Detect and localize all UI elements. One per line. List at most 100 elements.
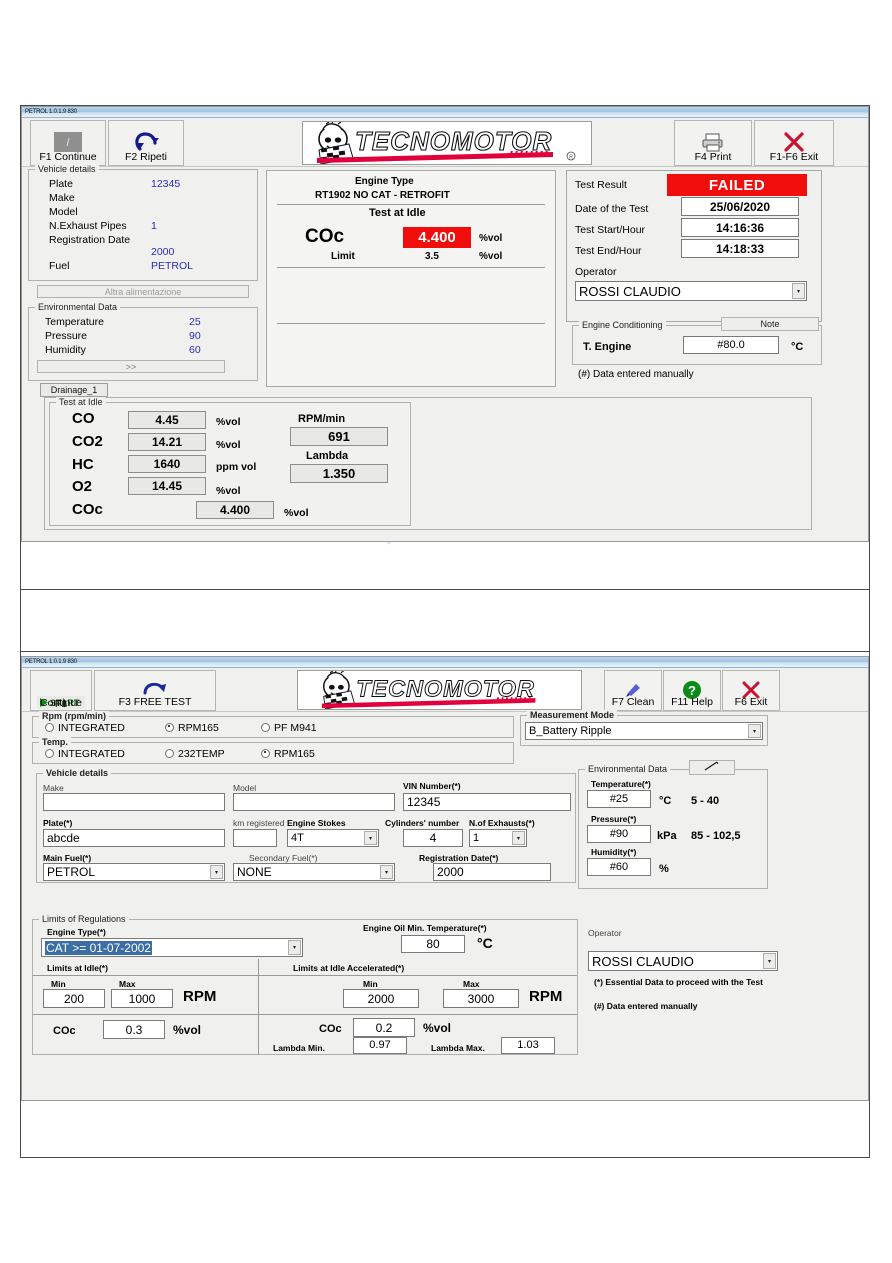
hc-value-1: 1640: [128, 455, 206, 473]
operator-combo-1[interactable]: ROSSI CLAUDIO ▾: [575, 281, 807, 301]
page-divider-2: [21, 651, 869, 652]
date-of-test-value-1: 25/06/2020: [681, 197, 799, 216]
test-start-value-1: 14:16:36: [681, 218, 799, 237]
humidity-label-2: Humidity(*): [591, 846, 636, 858]
rpm-value-1: 691: [290, 427, 388, 446]
make-input-2[interactable]: [43, 793, 225, 811]
engine-type-label-1: Engine Type: [355, 176, 414, 188]
model-label-1: Model: [49, 206, 78, 218]
exhausts-value-2: 1: [473, 832, 479, 844]
f1-f6-exit-label: F1-F6 Exit: [770, 152, 818, 163]
chevron-down-icon[interactable]: ▾: [288, 940, 301, 955]
temperature-input-2[interactable]: #25: [587, 790, 651, 808]
accel-coc-unit: %vol: [423, 1022, 451, 1034]
temperature-label-1: Temperature: [45, 316, 104, 328]
rpm-option-rpm165[interactable]: RPM165: [165, 722, 219, 734]
main-fuel-combo-2[interactable]: PETROL ▾: [43, 863, 225, 881]
chevron-down-icon[interactable]: ▾: [380, 865, 393, 879]
tecnomotor-logo-2: TECNOMOTOR: [297, 670, 582, 710]
note-button-1[interactable]: Note: [721, 317, 819, 331]
window-titlebar-2[interactable]: PETROL 1.0.1.9 830: [22, 657, 868, 668]
registration-date-label-1: Registration Date: [49, 234, 130, 246]
environmental-caption-2: Environmental Data: [585, 764, 670, 774]
chevron-down-icon[interactable]: ▾: [792, 283, 805, 299]
exhaust-pipes-value-1: 1: [151, 220, 157, 232]
coc-label-m1: COc: [72, 502, 103, 518]
radio-dot-icon: [261, 723, 270, 732]
idle-coc-label: COc: [53, 1025, 76, 1037]
f2-ripeti-button[interactable]: F2 Ripeti: [108, 120, 184, 166]
vehicle-details-group-2: Vehicle details Make Model VIN Number(*)…: [36, 773, 576, 883]
km-input-2[interactable]: [233, 829, 277, 847]
reg-date-input-2[interactable]: 2000: [433, 863, 551, 881]
window-title-2: PETROL 1.0.1.9 830: [25, 657, 77, 667]
oil-temp-input[interactable]: 80: [401, 935, 465, 953]
window-titlebar-1[interactable]: PETROL 1.0.1.9 830: [22, 107, 868, 118]
limits-engine-type-combo[interactable]: CAT >= 01-07-2002 ▾: [41, 938, 303, 957]
chevron-down-icon[interactable]: ▾: [763, 953, 776, 969]
measurements-panel-1: Test at Idle CO 4.45 %vol CO2 14.21 %vol…: [44, 397, 812, 530]
environmental-caption-1: Environmental Data: [35, 302, 120, 312]
cylinders-input-2[interactable]: 4: [403, 829, 463, 847]
limits-rule-2: [33, 1014, 577, 1015]
o2-unit-1: %vol: [216, 485, 241, 497]
drainage-tab-1[interactable]: Drainage_1: [40, 383, 108, 397]
coc-value-m1: 4.400: [196, 501, 274, 519]
chevron-down-icon[interactable]: ▾: [364, 831, 377, 845]
environmental-more-button-1[interactable]: >>: [37, 360, 225, 373]
chevron-down-icon[interactable]: ▾: [210, 865, 223, 879]
vin-input-2[interactable]: 12345: [403, 793, 571, 811]
idle-min-input[interactable]: 200: [43, 989, 105, 1008]
pressure-input-2[interactable]: #90: [587, 825, 651, 843]
co2-value-1: 14.21: [128, 433, 206, 451]
measurement-mode-value: B_Battery Ripple: [529, 725, 612, 737]
f4-print-button[interactable]: F4 Print: [674, 120, 752, 166]
accel-min-input[interactable]: 2000: [343, 989, 419, 1008]
environmental-group-1: Environmental Data Temperature 25 Pressu…: [28, 307, 258, 381]
make-label-1: Make: [49, 192, 75, 204]
accel-coc-input[interactable]: 0.2: [353, 1018, 415, 1037]
lambda-min-input[interactable]: 0.97: [353, 1037, 407, 1054]
plate-input-2[interactable]: abcde: [43, 829, 225, 847]
registration-date-value-1: 2000: [151, 246, 174, 258]
chevron-down-icon[interactable]: ▾: [748, 724, 761, 738]
engine-stokes-combo-2[interactable]: 4T ▾: [287, 829, 379, 847]
test-end-value-1: 14:18:33: [681, 239, 799, 258]
continue-label-2: Continue: [40, 698, 82, 709]
f3-free-test-button[interactable]: F3 FREE TEST: [94, 670, 216, 711]
secondary-fuel-combo-2[interactable]: NONE ▾: [233, 863, 395, 881]
co-unit-1: %vol: [216, 416, 241, 428]
rpm-option-integrated[interactable]: INTEGRATED: [45, 722, 125, 734]
f1-f6-exit-button[interactable]: F1-F6 Exit: [754, 120, 834, 166]
lambda-min-label: Lambda Min.: [273, 1042, 325, 1054]
edit-environmental-button[interactable]: [689, 760, 735, 775]
alt-fuel-button-1[interactable]: Altra alimentazione: [37, 285, 249, 298]
f1-continue-button[interactable]: / F1 Continue: [30, 120, 106, 166]
operator-combo-2[interactable]: ROSSI CLAUDIO ▾: [588, 951, 778, 971]
rpm-option-pfm941[interactable]: PF M941: [261, 722, 317, 734]
temp-option-rpm165[interactable]: RPM165: [261, 748, 315, 760]
co2-unit-1: %vol: [216, 439, 241, 451]
temp-option-232temp[interactable]: 232TEMP: [165, 748, 225, 760]
exhausts-combo-2[interactable]: 1 ▾: [469, 829, 527, 847]
idle-coc-input[interactable]: 0.3: [103, 1020, 165, 1039]
model-input-2[interactable]: [233, 793, 395, 811]
temp-option-integrated[interactable]: INTEGRATED: [45, 748, 125, 760]
accel-coc-label: COc: [319, 1023, 342, 1035]
humidity-input-2[interactable]: #60: [587, 858, 651, 876]
lambda-max-input[interactable]: 1.03: [501, 1037, 555, 1054]
limit-unit-1: %vol: [479, 251, 502, 262]
limit-value-1: 3.5: [425, 251, 439, 263]
f1-continue-button-2[interactable]: START F1 Continue: [30, 670, 92, 711]
f6-exit-button[interactable]: F6 Exit: [722, 670, 780, 711]
idle-max-input[interactable]: 1000: [111, 989, 173, 1008]
temperature-label-2: Temperature(*): [591, 778, 651, 790]
accel-max-input[interactable]: 3000: [443, 989, 519, 1008]
engine-stokes-label-2: Engine Stokes: [287, 817, 346, 829]
f7-clean-button[interactable]: F7 Clean: [604, 670, 662, 711]
f2-ripeti-label: F2 Ripeti: [125, 152, 167, 163]
chevron-down-icon[interactable]: ▾: [512, 831, 525, 845]
t-engine-value-1: #80.0: [683, 336, 779, 354]
measurement-mode-combo[interactable]: B_Battery Ripple ▾: [525, 722, 763, 740]
f11-help-button[interactable]: ? F11 Help: [663, 670, 721, 711]
